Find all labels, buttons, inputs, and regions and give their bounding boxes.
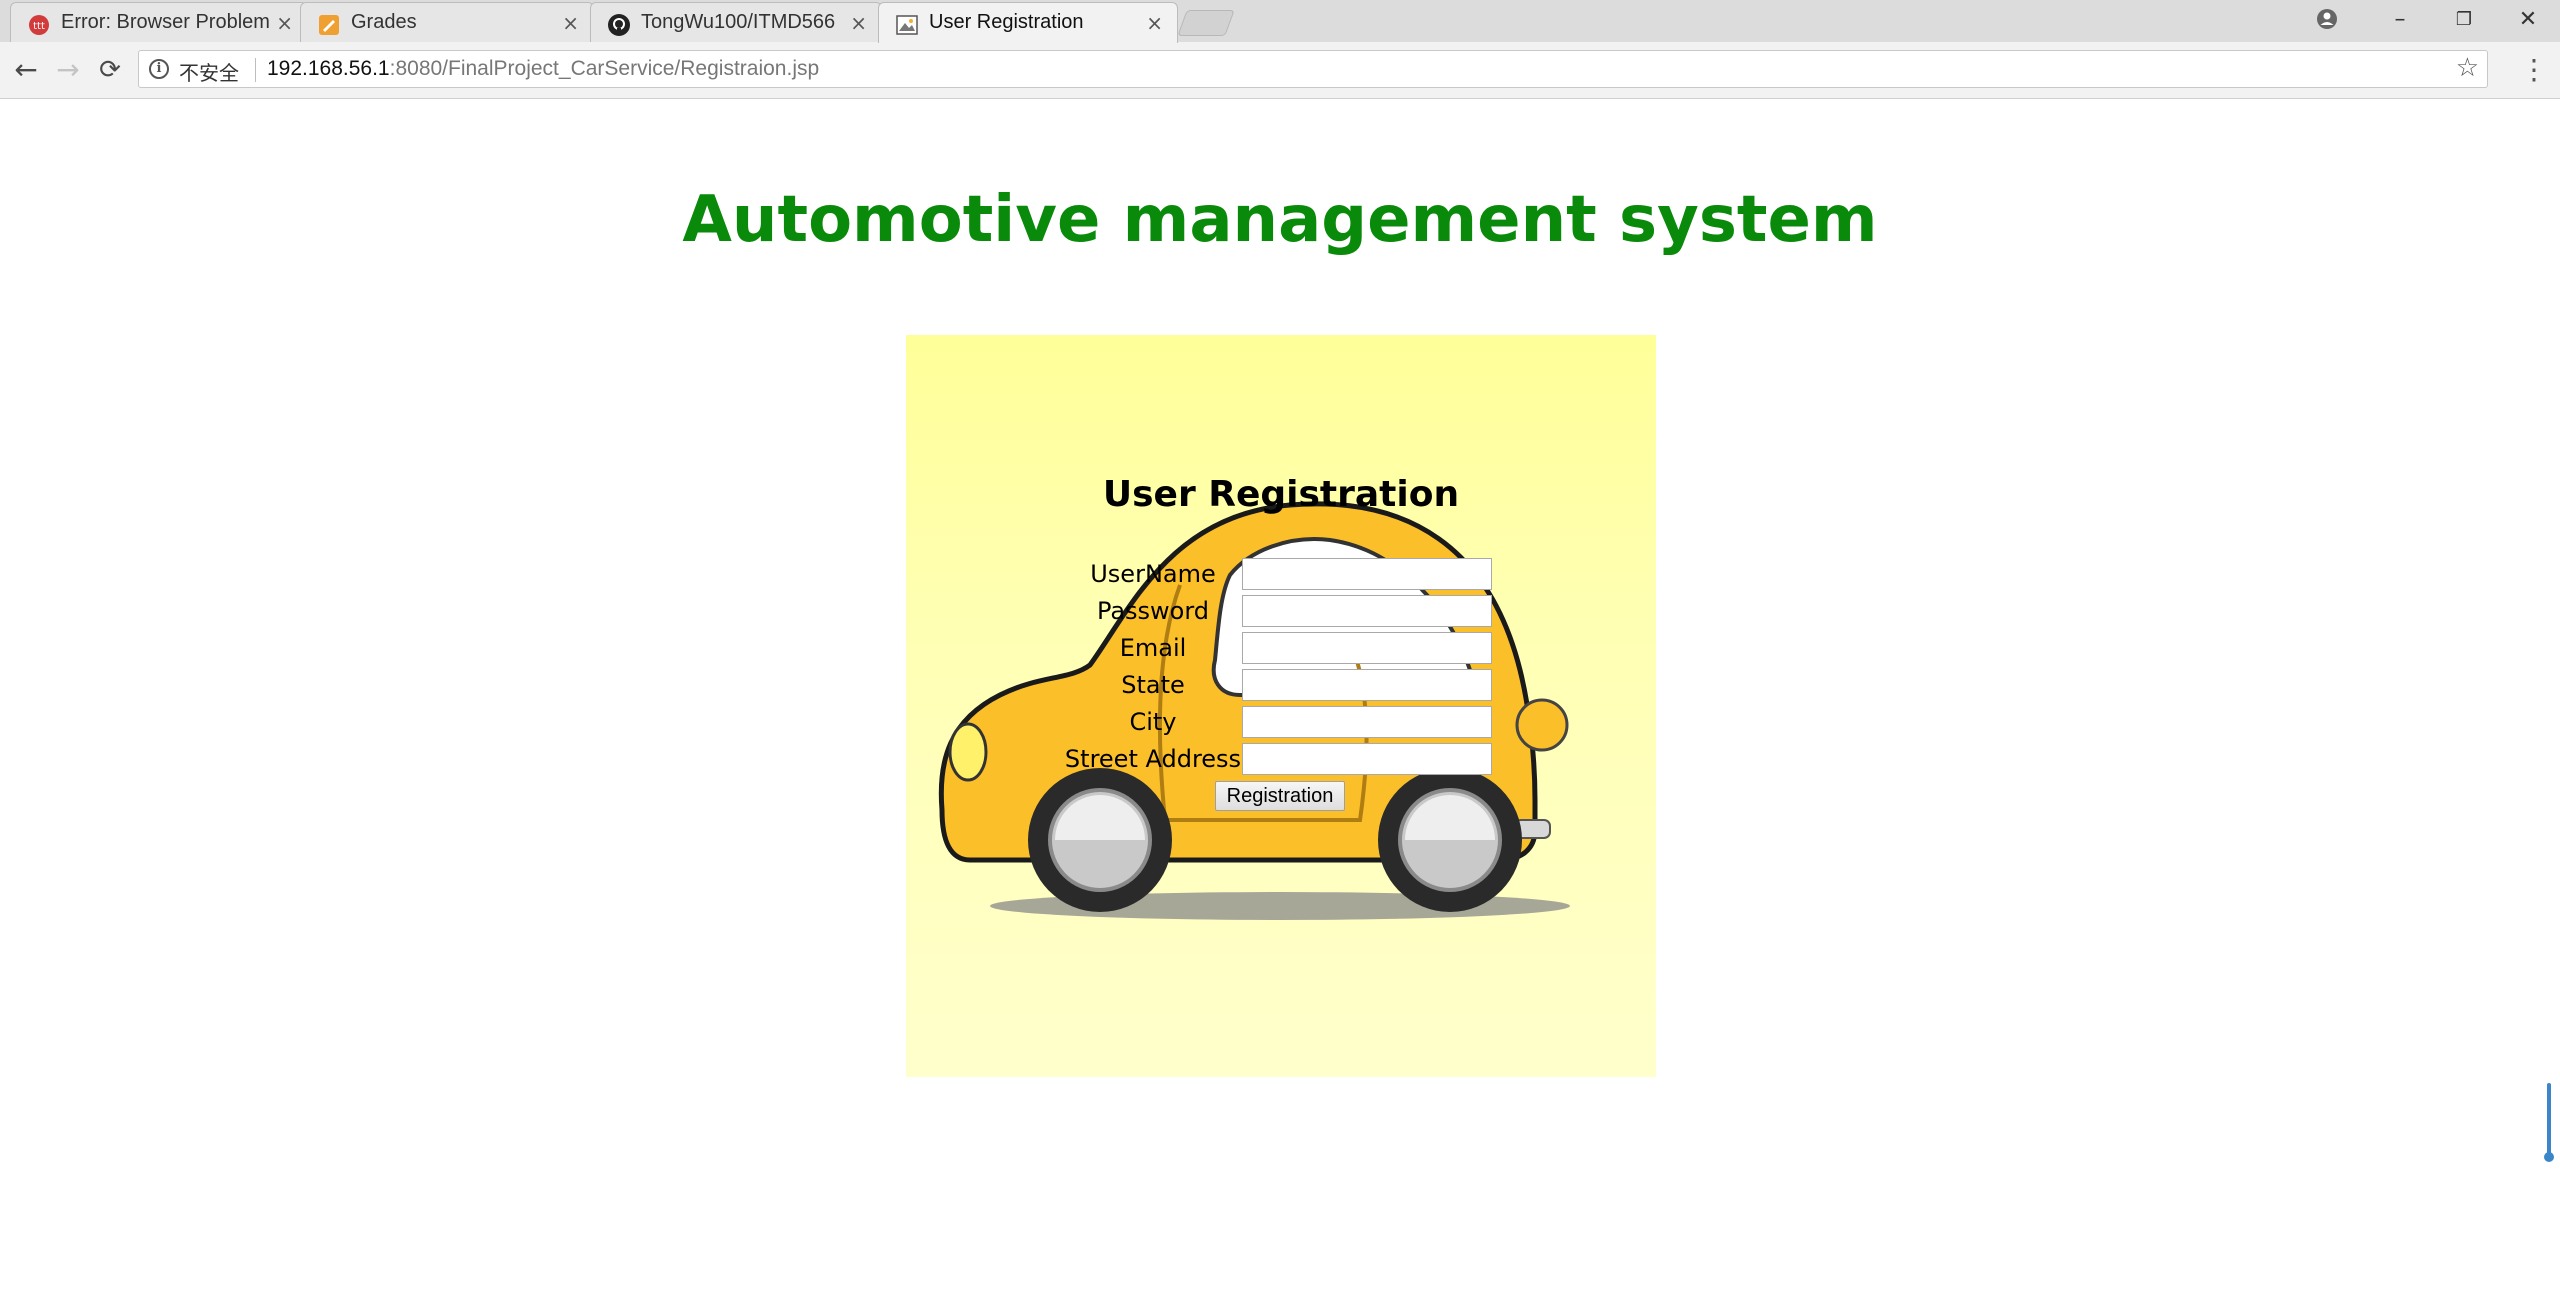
grades-favicon-icon — [319, 15, 339, 35]
forward-button[interactable]: → — [50, 52, 86, 88]
state-input[interactable] — [1242, 669, 1492, 701]
email-label: Email — [1119, 634, 1187, 662]
tab-close-icon[interactable]: × — [276, 12, 293, 34]
city-label: City — [1129, 708, 1177, 736]
github-favicon-icon — [608, 14, 630, 36]
info-icon[interactable]: i — [149, 59, 169, 79]
new-tab-button[interactable] — [1177, 10, 1235, 36]
minimize-button[interactable]: – — [2368, 0, 2432, 42]
username-input[interactable] — [1242, 558, 1492, 590]
back-button[interactable]: ← — [8, 52, 44, 88]
bookmark-star-icon[interactable]: ☆ — [2456, 53, 2479, 83]
tab-title: Error: Browser Problem — [61, 11, 270, 33]
scroll-indicator-icon[interactable] — [2544, 1083, 2554, 1165]
email-input[interactable] — [1242, 632, 1492, 664]
tab-strip: ttt Error: Browser Problem × Grades × To… — [0, 0, 2560, 43]
tab-github[interactable]: TongWu100/ITMD566 × — [590, 2, 882, 42]
tab-error-browser-problem[interactable]: ttt Error: Browser Problem × — [10, 2, 308, 42]
tab-title: TongWu100/ITMD566 — [641, 11, 836, 33]
street-address-input[interactable] — [1242, 743, 1492, 775]
image-favicon-icon — [896, 15, 918, 35]
password-input[interactable] — [1242, 595, 1492, 627]
address-bar[interactable]: i 不安全 192.168.56.1:8080/FinalProject_Car… — [138, 50, 2488, 88]
tab-user-registration[interactable]: User Registration × — [878, 2, 1178, 43]
restore-button[interactable]: ❐ — [2432, 0, 2496, 42]
close-window-button[interactable]: ✕ — [2496, 0, 2560, 42]
url-text[interactable]: 192.168.56.1:8080/FinalProject_CarServic… — [267, 57, 819, 81]
error-favicon-icon: ttt — [29, 15, 49, 35]
password-label: Password — [1096, 597, 1210, 625]
svg-text:ttt: ttt — [33, 21, 45, 32]
browser-menu-icon[interactable]: ⋮ — [2520, 52, 2548, 88]
state-label: State — [1121, 671, 1185, 699]
tab-title: Grades — [351, 11, 417, 33]
tab-close-icon[interactable]: × — [850, 12, 867, 34]
form-title: User Registration — [1102, 474, 1460, 515]
browser-toolbar: ← → ⟳ i 不安全 192.168.56.1:8080/FinalProje… — [0, 42, 2560, 99]
page-heading: Automotive management system — [682, 183, 1878, 257]
registration-button[interactable]: Registration — [1215, 781, 1345, 811]
url-path: :8080/FinalProject_CarService/Registraio… — [389, 57, 820, 80]
url-host: 192.168.56.1 — [267, 57, 390, 80]
omnibox-separator — [255, 58, 256, 82]
account-icon[interactable] — [2316, 8, 2338, 30]
reload-button[interactable]: ⟳ — [92, 52, 128, 88]
username-label: UserName — [1090, 560, 1216, 588]
tab-close-icon[interactable]: × — [562, 12, 579, 34]
tab-title: User Registration — [929, 11, 1084, 33]
street-address-label: Street Address — [1064, 745, 1242, 773]
city-input[interactable] — [1242, 706, 1492, 738]
tab-close-icon[interactable]: × — [1146, 12, 1163, 34]
security-status[interactable]: 不安全 — [179, 57, 239, 86]
tab-grades[interactable]: Grades × — [300, 2, 594, 42]
